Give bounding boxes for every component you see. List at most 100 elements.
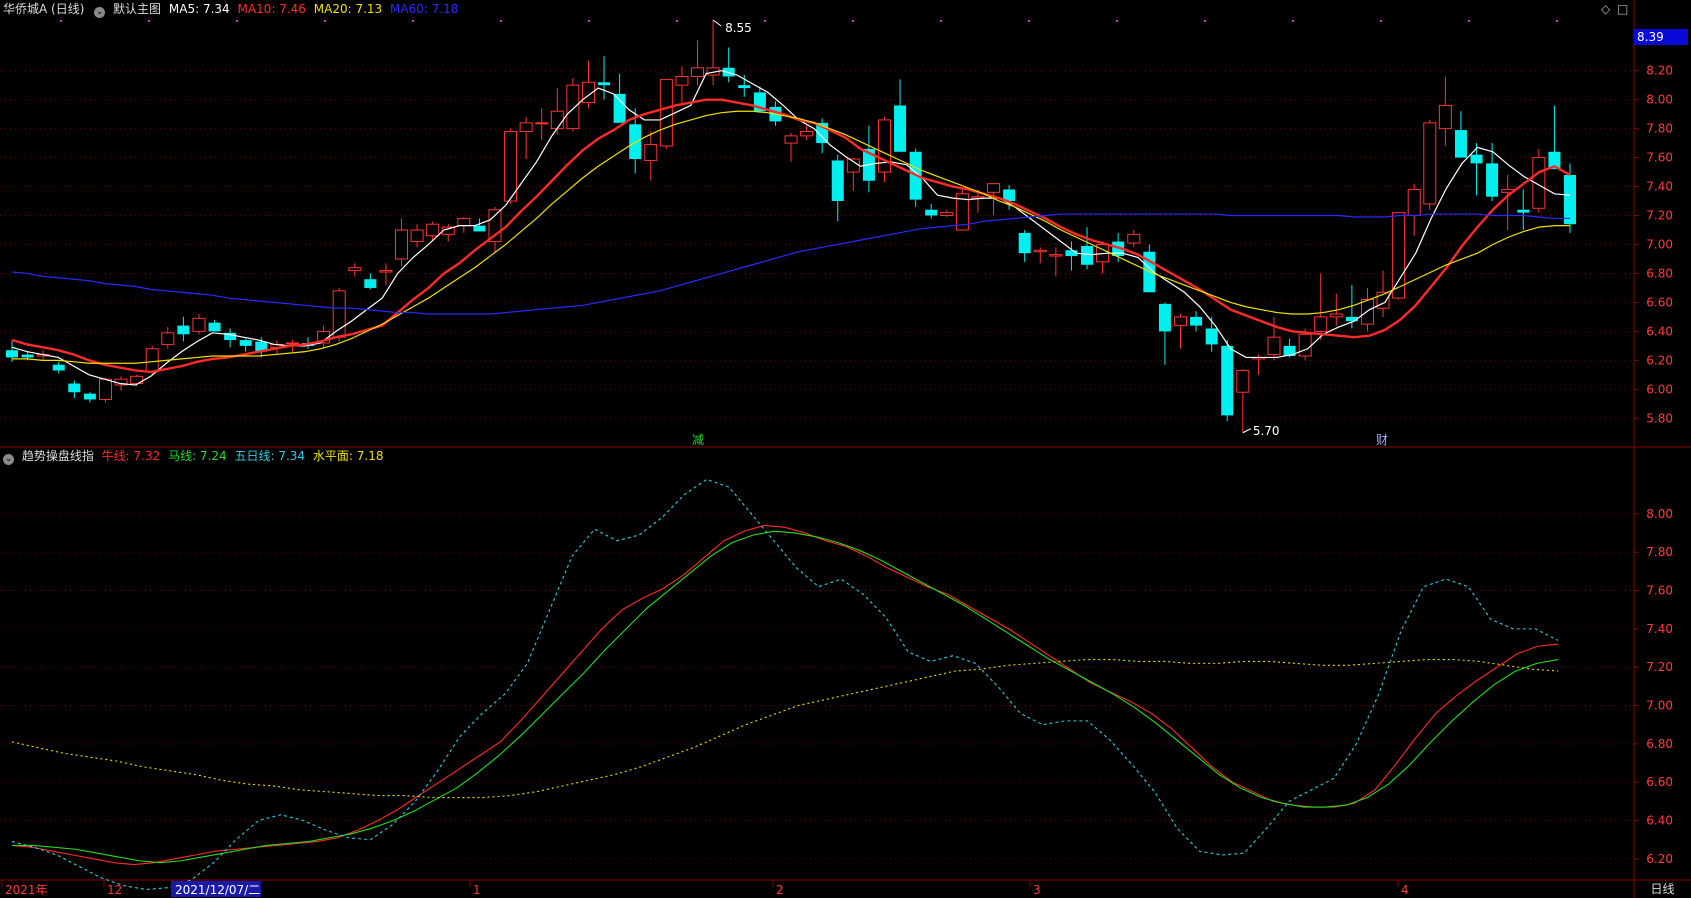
candlestick — [581, 60, 595, 109]
price-tick-label: 5.80 — [1646, 411, 1673, 425]
chevron-down-icon[interactable]: ⌄ — [3, 454, 14, 465]
candle-body-down — [1158, 303, 1171, 332]
candlestick — [1158, 302, 1171, 365]
indicator-tick-label: 6.60 — [1646, 775, 1673, 789]
candle-body-up — [285, 342, 299, 345]
candle-body-up — [1236, 369, 1250, 393]
candle-body-up — [457, 217, 471, 227]
marker-dot — [1556, 20, 1558, 22]
bull-line-legend: 牛线: 7.32 — [101, 449, 161, 463]
candle-body-up — [877, 119, 891, 173]
square-icon[interactable]: □ — [1617, 2, 1628, 16]
candle-body-down — [21, 354, 34, 358]
candlestick — [738, 75, 751, 97]
marker-dot — [1116, 20, 1118, 22]
main-chart-selector[interactable]: 默认主图 — [113, 2, 161, 16]
candlestick — [395, 218, 408, 267]
candlestick — [925, 203, 938, 219]
candlestick — [987, 183, 1001, 216]
candlestick — [379, 263, 393, 286]
indicator-tick-label: 6.40 — [1646, 814, 1673, 828]
chevron-down-icon[interactable]: ⌄ — [94, 7, 106, 18]
candle-body-up — [192, 317, 206, 332]
price-tick-label: 7.00 — [1646, 237, 1673, 251]
candle-body-up — [675, 75, 689, 86]
candle-body-up — [940, 212, 954, 217]
candle-body-down — [364, 279, 377, 288]
ma20-legend: MA20: 7.13 — [313, 2, 383, 16]
low-pointer — [1242, 428, 1252, 434]
price-tick-label: 6.60 — [1646, 295, 1673, 309]
marker-dot — [588, 20, 590, 22]
marker-dot — [60, 20, 62, 22]
candle-body-up — [1329, 313, 1343, 318]
candle-body-up — [348, 267, 362, 272]
marker-dot — [764, 20, 766, 22]
candlestick — [1096, 241, 1110, 274]
price-tick-label: 7.60 — [1646, 151, 1673, 165]
candle-body-up — [1407, 188, 1421, 217]
candle-body-down — [598, 82, 611, 86]
candle-body-down — [831, 160, 844, 202]
indicator-tick-label: 8.00 — [1646, 507, 1673, 521]
ma10-legend: MA10: 7.46 — [237, 2, 306, 16]
marker-dot — [412, 20, 414, 22]
candle-body-down — [1470, 154, 1483, 164]
indicator-pane[interactable] — [11, 478, 1559, 891]
candle-body-up — [519, 122, 533, 133]
main-price-pane[interactable]: 8.55 5.70 减 财 — [6, 19, 1576, 447]
candle-body-up — [784, 135, 798, 144]
candlestick — [519, 117, 533, 160]
candle-body-up — [691, 67, 705, 77]
candlestick — [846, 157, 860, 191]
candle-body-down — [83, 393, 96, 400]
ma5-legend: MA5: 7.34 — [168, 2, 230, 16]
candle-body-down — [894, 105, 907, 152]
marker-dot — [1292, 20, 1294, 22]
indicator-tick-label: 7.60 — [1646, 584, 1673, 598]
candle-body-up — [1033, 249, 1047, 253]
water-level-line — [11, 658, 1559, 799]
candle-body-up — [659, 78, 673, 147]
candlestick — [1236, 369, 1250, 433]
diamond-icon[interactable]: ◇ — [1601, 2, 1610, 16]
candle-body-up — [1267, 336, 1281, 356]
candle-body-down — [1190, 316, 1203, 326]
main-legend-bar: 华侨城A (日线) ⌄ 默认主图 MA5: 7.34 MA10: 7.46 MA… — [0, 0, 462, 18]
candle-body-up — [145, 348, 159, 373]
candlestick — [192, 314, 206, 335]
indicator-tick-label: 7.80 — [1646, 545, 1673, 559]
indicator-tick-label: 7.40 — [1646, 622, 1673, 636]
candlestick — [535, 108, 549, 141]
candlestick — [177, 316, 190, 342]
indicator-selector[interactable]: 趋势操盘线指 — [22, 449, 94, 463]
candle-body-down — [629, 124, 642, 160]
candle-body-up — [566, 84, 580, 130]
marker-dot — [1028, 20, 1030, 22]
date-tick-label: 2021年 — [5, 883, 48, 897]
candlestick — [598, 56, 611, 100]
price-tick-label: 6.40 — [1646, 324, 1673, 338]
indicator-tick-label: 6.20 — [1646, 852, 1673, 866]
candle-body-up — [98, 378, 112, 400]
candle-body-down — [52, 364, 65, 371]
stock-title: 华侨城A (日线) — [3, 2, 85, 16]
candlestick — [161, 327, 175, 349]
five-day-line-legend: 五日线: 7.34 — [234, 449, 306, 463]
candlestick — [457, 216, 471, 233]
marker-dot — [852, 20, 854, 22]
candlestick — [348, 263, 362, 277]
five-day-line — [11, 478, 1559, 891]
marker-dot — [940, 20, 942, 22]
marker-dot — [500, 20, 502, 22]
candlestick — [800, 125, 814, 141]
candle-body-down — [1486, 163, 1499, 197]
candlestick — [317, 325, 331, 348]
price-tick-label: 6.80 — [1646, 266, 1673, 280]
candle-body-down — [1517, 209, 1530, 213]
candlestick — [1033, 247, 1047, 264]
candle-body-up — [410, 229, 424, 243]
high-price-label: 8.55 — [725, 21, 752, 35]
indicator-tick-label: 7.00 — [1646, 699, 1673, 713]
period-button[interactable]: 日线 — [1634, 880, 1691, 898]
